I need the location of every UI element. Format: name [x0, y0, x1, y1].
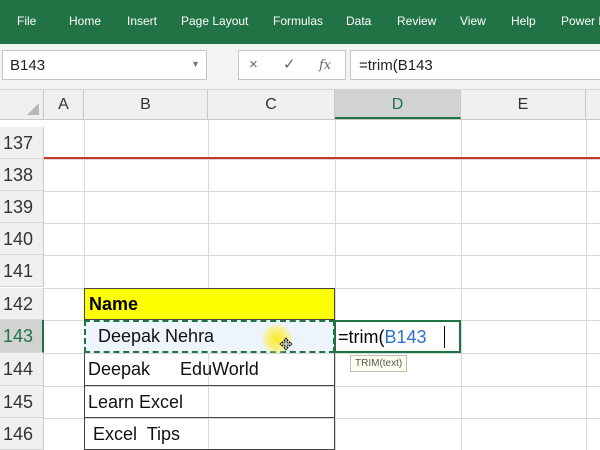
name-box-value: B143: [10, 57, 46, 74]
table-header-name[interactable]: Name: [84, 288, 335, 320]
gridline: [44, 223, 600, 224]
tab-home[interactable]: Home: [69, 13, 101, 29]
cell-b146-text: Excel Tips: [88, 424, 181, 444]
row-header-144[interactable]: 144: [0, 353, 44, 386]
gridline: [44, 255, 600, 256]
enter-icon[interactable]: ✓: [283, 57, 296, 73]
row-header-145[interactable]: 145: [0, 386, 44, 418]
row-header-138[interactable]: 138: [0, 159, 44, 191]
row-header-141[interactable]: 141: [0, 255, 44, 287]
column-header-b[interactable]: B: [84, 90, 208, 119]
column-header-c[interactable]: C: [208, 90, 335, 119]
row-header-142[interactable]: 142: [0, 288, 44, 320]
cell-b144-text: Deepak EduWorld: [88, 359, 259, 379]
row-header-139[interactable]: 139: [0, 191, 44, 223]
tab-page-layout[interactable]: Page Layout: [181, 13, 248, 29]
select-all-button[interactable]: [0, 90, 44, 119]
column-header-a[interactable]: A: [44, 90, 84, 119]
row-header-146[interactable]: 146: [0, 418, 44, 450]
tab-review[interactable]: Review: [397, 13, 436, 29]
cell-b145-text: Learn Excel: [88, 392, 184, 412]
gridline: [586, 120, 587, 450]
formula-bar: B143 ▼ × ✓ fx =trim(B143: [0, 44, 600, 90]
gridline: [335, 120, 336, 450]
cell-d143-editor[interactable]: =trim(B143: [334, 320, 461, 353]
text-caret: [444, 326, 445, 348]
column-header-d[interactable]: D: [335, 90, 461, 119]
select-all-icon: [27, 103, 39, 115]
row-header-140[interactable]: 140: [0, 223, 44, 255]
column-headers: A B C D E: [0, 90, 600, 120]
gridline: [44, 191, 600, 192]
formula-input-value: =trim(B143: [359, 57, 433, 74]
function-tooltip[interactable]: TRIM(text): [350, 355, 408, 372]
cancel-icon[interactable]: ×: [249, 57, 258, 73]
tab-power-pivot[interactable]: Power P: [561, 13, 600, 29]
ribbon-tab-bar: File Home Insert Page Layout Formulas Da…: [0, 0, 600, 44]
tab-view[interactable]: View: [460, 13, 486, 29]
tab-data[interactable]: Data: [346, 13, 371, 29]
row-divider-line: [44, 157, 600, 159]
tab-file[interactable]: File: [17, 13, 36, 29]
insert-function-icon[interactable]: fx: [319, 58, 331, 74]
cell-d143-formula: =trim(B143: [338, 323, 427, 351]
move-cursor-icon: [279, 337, 293, 351]
chevron-down-icon[interactable]: ▼: [191, 59, 200, 69]
name-box[interactable]: B143 ▼: [2, 50, 207, 80]
formula-reference: B143: [384, 327, 427, 347]
gridline: [461, 120, 462, 450]
cell-b143-text: Deepak Nehra: [88, 326, 215, 346]
column-header-e[interactable]: E: [461, 90, 586, 119]
tab-formulas[interactable]: Formulas: [273, 13, 323, 29]
row-header-143[interactable]: 143: [0, 320, 44, 353]
tab-help[interactable]: Help: [511, 13, 536, 29]
formula-prefix: =trim(: [338, 327, 385, 347]
gridline: [44, 159, 600, 160]
formula-buttons: × ✓ fx: [238, 50, 346, 80]
tab-insert[interactable]: Insert: [127, 13, 157, 29]
row-header-137[interactable]: 137: [0, 127, 44, 159]
formula-input[interactable]: =trim(B143: [350, 50, 600, 80]
